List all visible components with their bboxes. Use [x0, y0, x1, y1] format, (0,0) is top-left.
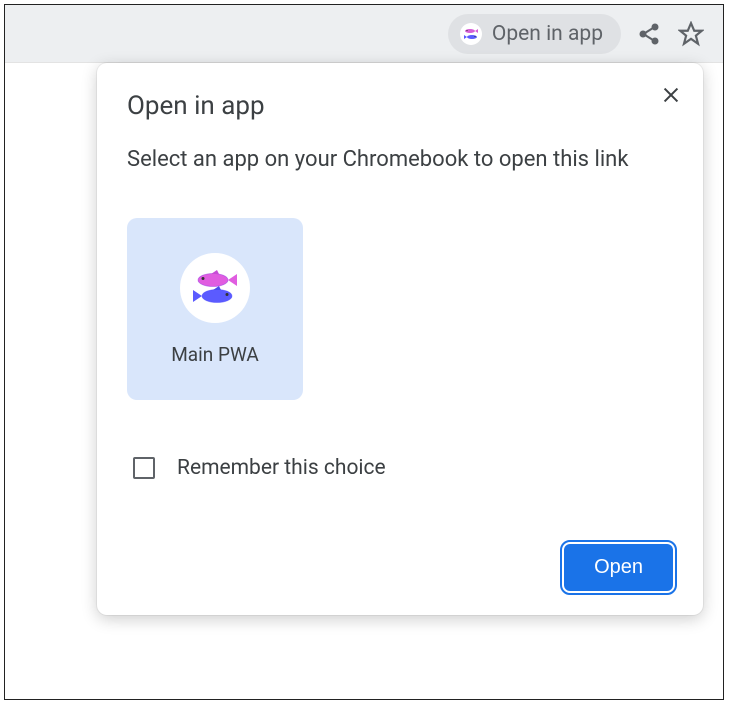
dialog-subtitle: Select an app on your Chromebook to open… [127, 143, 673, 176]
star-icon[interactable] [677, 20, 705, 48]
remember-checkbox[interactable] [133, 457, 155, 479]
remember-label: Remember this choice [177, 456, 386, 480]
open-button[interactable]: Open [564, 544, 673, 591]
close-icon[interactable] [655, 79, 687, 111]
remember-row: Remember this choice [133, 456, 673, 480]
share-icon[interactable] [635, 20, 663, 48]
open-in-app-dialog: Open in app Select an app on your Chrome… [97, 63, 703, 615]
open-in-app-chip[interactable]: Open in app [448, 14, 621, 54]
app-option-main-pwa[interactable]: Main PWA [127, 218, 303, 400]
action-row: Open [127, 544, 673, 591]
fish-app-icon [180, 253, 250, 323]
fish-app-icon [460, 23, 482, 45]
dialog-title: Open in app [127, 91, 673, 121]
chip-label: Open in app [492, 22, 603, 46]
browser-toolbar: Open in app [5, 5, 723, 63]
app-label: Main PWA [171, 343, 259, 366]
